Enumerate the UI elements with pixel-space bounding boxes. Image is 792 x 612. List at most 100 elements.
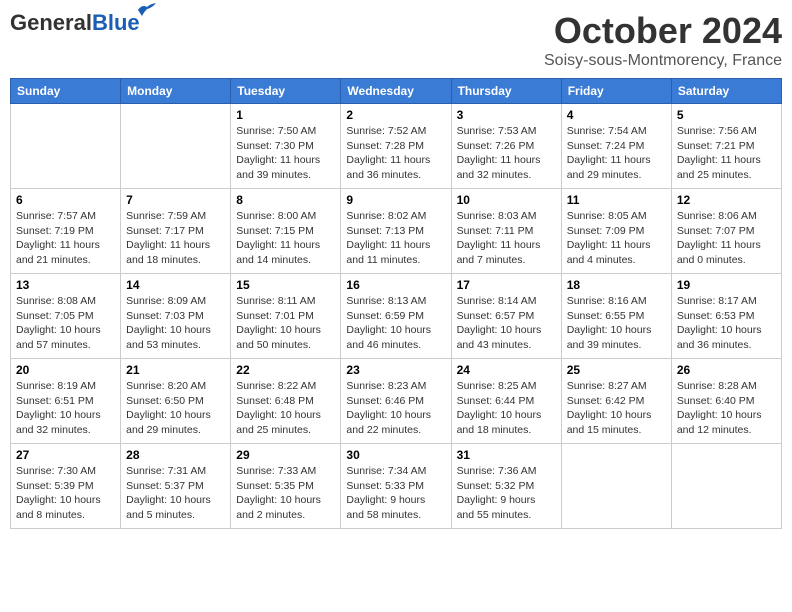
day-info: Sunrise: 8:05 AM Sunset: 7:09 PM Dayligh… — [567, 209, 666, 268]
day-info: Sunrise: 8:27 AM Sunset: 6:42 PM Dayligh… — [567, 379, 666, 438]
day-number: 28 — [126, 448, 225, 462]
calendar-cell: 3 Sunrise: 7:53 AM Sunset: 7:26 PM Daylig… — [451, 104, 561, 189]
week-row-5: 27 Sunrise: 7:30 AM Sunset: 5:39 PM Dayli… — [11, 444, 782, 529]
col-header-monday: Monday — [121, 79, 231, 104]
logo-blue: Blue — [92, 10, 140, 35]
day-number: 18 — [567, 278, 666, 292]
week-row-3: 13Sunrise: 8:08 AM Sunset: 7:05 PM Dayli… — [11, 274, 782, 359]
calendar-cell: 14 Sunrise: 8:09 AM Sunset: 7:03 PM Dayli… — [121, 274, 231, 359]
page-header: GeneralBlue October 2024 Soisy-sous-Mont… — [10, 10, 782, 70]
day-info: Sunrise: 7:30 AM Sunset: 5:39 PM Dayligh… — [16, 464, 115, 523]
calendar-cell: 2 Sunrise: 7:52 AM Sunset: 7:28 PM Daylig… — [341, 104, 451, 189]
day-info: Sunrise: 7:54 AM Sunset: 7:24 PM Dayligh… — [567, 124, 666, 183]
day-number: 15 — [236, 278, 335, 292]
day-info: Sunrise: 8:14 AM Sunset: 6:57 PM Dayligh… — [457, 294, 556, 353]
day-number: 21 — [126, 363, 225, 377]
day-info: Sunrise: 7:34 AM Sunset: 5:33 PM Dayligh… — [346, 464, 445, 523]
day-number: 26 — [677, 363, 776, 377]
col-header-wednesday: Wednesday — [341, 79, 451, 104]
day-info: Sunrise: 8:09 AM Sunset: 7:03 PM Dayligh… — [126, 294, 225, 353]
day-number: 31 — [457, 448, 556, 462]
col-header-thursday: Thursday — [451, 79, 561, 104]
logo-text: GeneralBlue — [10, 10, 140, 35]
calendar-cell — [121, 104, 231, 189]
day-number: 4 — [567, 108, 666, 122]
calendar-cell: 28 Sunrise: 7:31 AM Sunset: 5:37 PM Dayli… — [121, 444, 231, 529]
week-row-1: 1 Sunrise: 7:50 AM Sunset: 7:30 PM Daylig… — [11, 104, 782, 189]
day-number: 27 — [16, 448, 115, 462]
calendar-cell: 13Sunrise: 8:08 AM Sunset: 7:05 PM Dayli… — [11, 274, 121, 359]
day-number: 20 — [16, 363, 115, 377]
day-info: Sunrise: 8:20 AM Sunset: 6:50 PM Dayligh… — [126, 379, 225, 438]
day-info: Sunrise: 7:31 AM Sunset: 5:37 PM Dayligh… — [126, 464, 225, 523]
day-number: 16 — [346, 278, 445, 292]
day-info: Sunrise: 7:52 AM Sunset: 7:28 PM Dayligh… — [346, 124, 445, 183]
day-info: Sunrise: 7:36 AM Sunset: 5:32 PM Dayligh… — [457, 464, 556, 523]
logo: GeneralBlue — [10, 10, 140, 36]
day-info: Sunrise: 8:28 AM Sunset: 6:40 PM Dayligh… — [677, 379, 776, 438]
day-number: 2 — [346, 108, 445, 122]
day-number: 24 — [457, 363, 556, 377]
calendar-cell: 24 Sunrise: 8:25 AM Sunset: 6:44 PM Dayli… — [451, 359, 561, 444]
calendar-cell — [561, 444, 671, 529]
week-row-2: 6Sunrise: 7:57 AM Sunset: 7:19 PM Daylig… — [11, 189, 782, 274]
day-info: Sunrise: 7:33 AM Sunset: 5:35 PM Dayligh… — [236, 464, 335, 523]
calendar-cell — [11, 104, 121, 189]
col-header-sunday: Sunday — [11, 79, 121, 104]
logo-bird-icon — [136, 2, 158, 18]
calendar-cell: 8 Sunrise: 8:00 AM Sunset: 7:15 PM Daylig… — [231, 189, 341, 274]
day-number: 1 — [236, 108, 335, 122]
calendar-cell: 12Sunrise: 8:06 AM Sunset: 7:07 PM Dayli… — [671, 189, 781, 274]
day-number: 19 — [677, 278, 776, 292]
calendar-cell: 4 Sunrise: 7:54 AM Sunset: 7:24 PM Daylig… — [561, 104, 671, 189]
day-info: Sunrise: 7:57 AM Sunset: 7:19 PM Dayligh… — [16, 209, 115, 268]
calendar-cell: 16 Sunrise: 8:13 AM Sunset: 6:59 PM Dayli… — [341, 274, 451, 359]
day-number: 30 — [346, 448, 445, 462]
day-number: 23 — [346, 363, 445, 377]
day-number: 3 — [457, 108, 556, 122]
calendar-cell: 11Sunrise: 8:05 AM Sunset: 7:09 PM Dayli… — [561, 189, 671, 274]
day-number: 8 — [236, 193, 335, 207]
day-number: 12 — [677, 193, 776, 207]
day-number: 5 — [677, 108, 776, 122]
calendar-cell: 29Sunrise: 7:33 AM Sunset: 5:35 PM Dayli… — [231, 444, 341, 529]
calendar-cell: 6Sunrise: 7:57 AM Sunset: 7:19 PM Daylig… — [11, 189, 121, 274]
day-number: 14 — [126, 278, 225, 292]
calendar-cell: 26 Sunrise: 8:28 AM Sunset: 6:40 PM Dayli… — [671, 359, 781, 444]
calendar-cell: 7Sunrise: 7:59 AM Sunset: 7:17 PM Daylig… — [121, 189, 231, 274]
calendar-cell: 10 Sunrise: 8:03 AM Sunset: 7:11 PM Dayli… — [451, 189, 561, 274]
week-row-4: 20 Sunrise: 8:19 AM Sunset: 6:51 PM Dayli… — [11, 359, 782, 444]
calendar-cell: 27 Sunrise: 7:30 AM Sunset: 5:39 PM Dayli… — [11, 444, 121, 529]
calendar-cell: 5 Sunrise: 7:56 AM Sunset: 7:21 PM Daylig… — [671, 104, 781, 189]
day-info: Sunrise: 8:25 AM Sunset: 6:44 PM Dayligh… — [457, 379, 556, 438]
day-number: 10 — [457, 193, 556, 207]
day-info: Sunrise: 7:53 AM Sunset: 7:26 PM Dayligh… — [457, 124, 556, 183]
day-info: Sunrise: 8:03 AM Sunset: 7:11 PM Dayligh… — [457, 209, 556, 268]
day-info: Sunrise: 8:08 AM Sunset: 7:05 PM Dayligh… — [16, 294, 115, 353]
calendar-cell: 21 Sunrise: 8:20 AM Sunset: 6:50 PM Dayli… — [121, 359, 231, 444]
calendar-cell — [671, 444, 781, 529]
calendar-cell: 1 Sunrise: 7:50 AM Sunset: 7:30 PM Daylig… — [231, 104, 341, 189]
calendar-cell: 23 Sunrise: 8:23 AM Sunset: 6:46 PM Dayli… — [341, 359, 451, 444]
day-number: 7 — [126, 193, 225, 207]
location: Soisy-sous-Montmorency, France — [544, 52, 782, 70]
day-number: 9 — [346, 193, 445, 207]
day-info: Sunrise: 8:19 AM Sunset: 6:51 PM Dayligh… — [16, 379, 115, 438]
day-info: Sunrise: 8:22 AM Sunset: 6:48 PM Dayligh… — [236, 379, 335, 438]
month-title: October 2024 — [544, 10, 782, 52]
day-number: 25 — [567, 363, 666, 377]
title-block: October 2024 Soisy-sous-Montmorency, Fra… — [544, 10, 782, 70]
day-info: Sunrise: 8:13 AM Sunset: 6:59 PM Dayligh… — [346, 294, 445, 353]
calendar-cell: 22 Sunrise: 8:22 AM Sunset: 6:48 PM Dayli… — [231, 359, 341, 444]
day-number: 22 — [236, 363, 335, 377]
calendar-cell: 15Sunrise: 8:11 AM Sunset: 7:01 PM Dayli… — [231, 274, 341, 359]
day-info: Sunrise: 8:00 AM Sunset: 7:15 PM Dayligh… — [236, 209, 335, 268]
day-info: Sunrise: 7:56 AM Sunset: 7:21 PM Dayligh… — [677, 124, 776, 183]
day-info: Sunrise: 7:50 AM Sunset: 7:30 PM Dayligh… — [236, 124, 335, 183]
day-info: Sunrise: 8:23 AM Sunset: 6:46 PM Dayligh… — [346, 379, 445, 438]
col-header-tuesday: Tuesday — [231, 79, 341, 104]
calendar-cell: 25 Sunrise: 8:27 AM Sunset: 6:42 PM Dayli… — [561, 359, 671, 444]
calendar-cell: 30 Sunrise: 7:34 AM Sunset: 5:33 PM Dayli… — [341, 444, 451, 529]
day-info: Sunrise: 8:02 AM Sunset: 7:13 PM Dayligh… — [346, 209, 445, 268]
calendar-cell: 20 Sunrise: 8:19 AM Sunset: 6:51 PM Dayli… — [11, 359, 121, 444]
